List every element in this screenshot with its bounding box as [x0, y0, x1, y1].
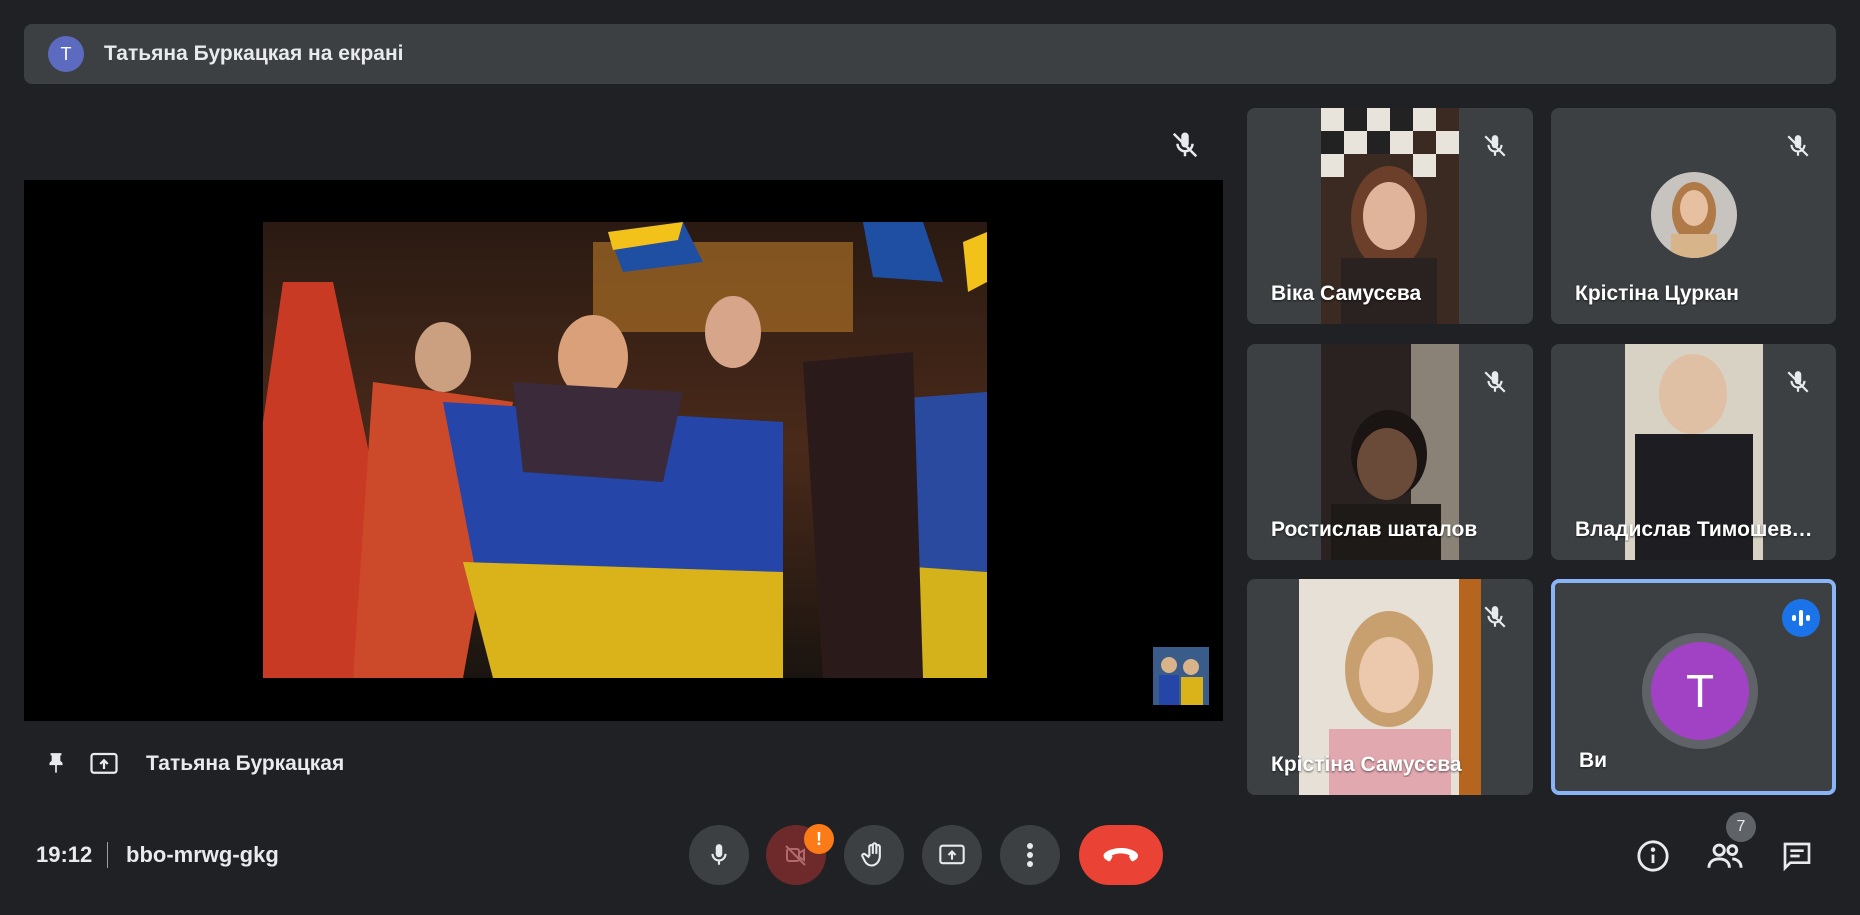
more-options-button[interactable] [1000, 825, 1060, 885]
mic-off-icon [1479, 601, 1511, 633]
participant-tile[interactable]: Крістіна Самусєва [1247, 579, 1533, 795]
presenter-mic-off-icon [1170, 130, 1200, 160]
speaking-indicator-icon [1782, 599, 1820, 637]
presentation-stage[interactable] [24, 180, 1223, 721]
meeting-code: bbo-mrwg-gkg [126, 842, 279, 867]
more-vert-icon [1027, 843, 1033, 867]
mic-off-icon [1782, 366, 1814, 398]
present-now-button[interactable] [922, 825, 982, 885]
control-bar: 19:12 bbo-mrwg-gkg ! 7 [0, 812, 1860, 892]
end-call-icon [1103, 848, 1139, 862]
presenter-name: Татьяна Буркацкая [146, 752, 345, 775]
participant-name: Владислав Тимошевський [1575, 518, 1815, 541]
meeting-details-button[interactable] [1632, 835, 1674, 877]
participant-name: Ростислав шаталов [1271, 518, 1478, 541]
mic-off-icon [1479, 130, 1511, 162]
participant-tile[interactable]: Владислав Тимошевський [1551, 344, 1836, 560]
leave-call-button[interactable] [1079, 825, 1163, 885]
participant-name: Ви [1579, 749, 1608, 772]
meeting-time: 19:12 [36, 842, 93, 867]
self-tile[interactable]: T Ви [1551, 579, 1836, 795]
presenter-bar: Татьяна Буркацкая [24, 742, 344, 786]
participant-name: Крістіна Цуркан [1575, 282, 1739, 305]
info-icon [1637, 840, 1669, 872]
chat-icon [1783, 842, 1811, 872]
participant-tile[interactable]: Віка Самусєва [1247, 108, 1533, 324]
presenter-avatar: Т [48, 36, 84, 72]
participant-avatar [1651, 172, 1737, 258]
present-screen-icon [939, 844, 965, 865]
people-icon [1707, 843, 1743, 868]
self-avatar: T [1651, 642, 1749, 740]
avatar-ring: T [1642, 633, 1758, 749]
participant-name: Віка Самусєва [1271, 282, 1422, 305]
presentation-banner-text: Татьяна Буркацкая на екрані [104, 42, 404, 65]
mic-off-icon [1479, 366, 1511, 398]
participant-count-badge: 7 [1726, 812, 1756, 842]
present-screen-icon[interactable] [84, 744, 124, 784]
pin-icon[interactable] [36, 744, 76, 784]
chat-button[interactable] [1776, 835, 1818, 877]
mic-off-icon [1782, 130, 1814, 162]
microphone-button[interactable] [689, 825, 749, 885]
participant-tile[interactable]: Крістіна Цуркан [1551, 108, 1836, 324]
presentation-banner: Т Татьяна Буркацкая на екрані [24, 24, 1836, 84]
presentation-slide-image [263, 222, 987, 678]
hand-icon [861, 842, 881, 867]
participant-tile[interactable]: Ростислав шаталов [1247, 344, 1533, 560]
presentation-thumbnail [1153, 647, 1209, 705]
participant-name: Крістіна Самусєва [1271, 753, 1462, 776]
raise-hand-button[interactable] [844, 825, 904, 885]
divider [107, 842, 108, 868]
microphone-icon [711, 844, 727, 865]
camera-alert-badge: ! [804, 824, 834, 854]
